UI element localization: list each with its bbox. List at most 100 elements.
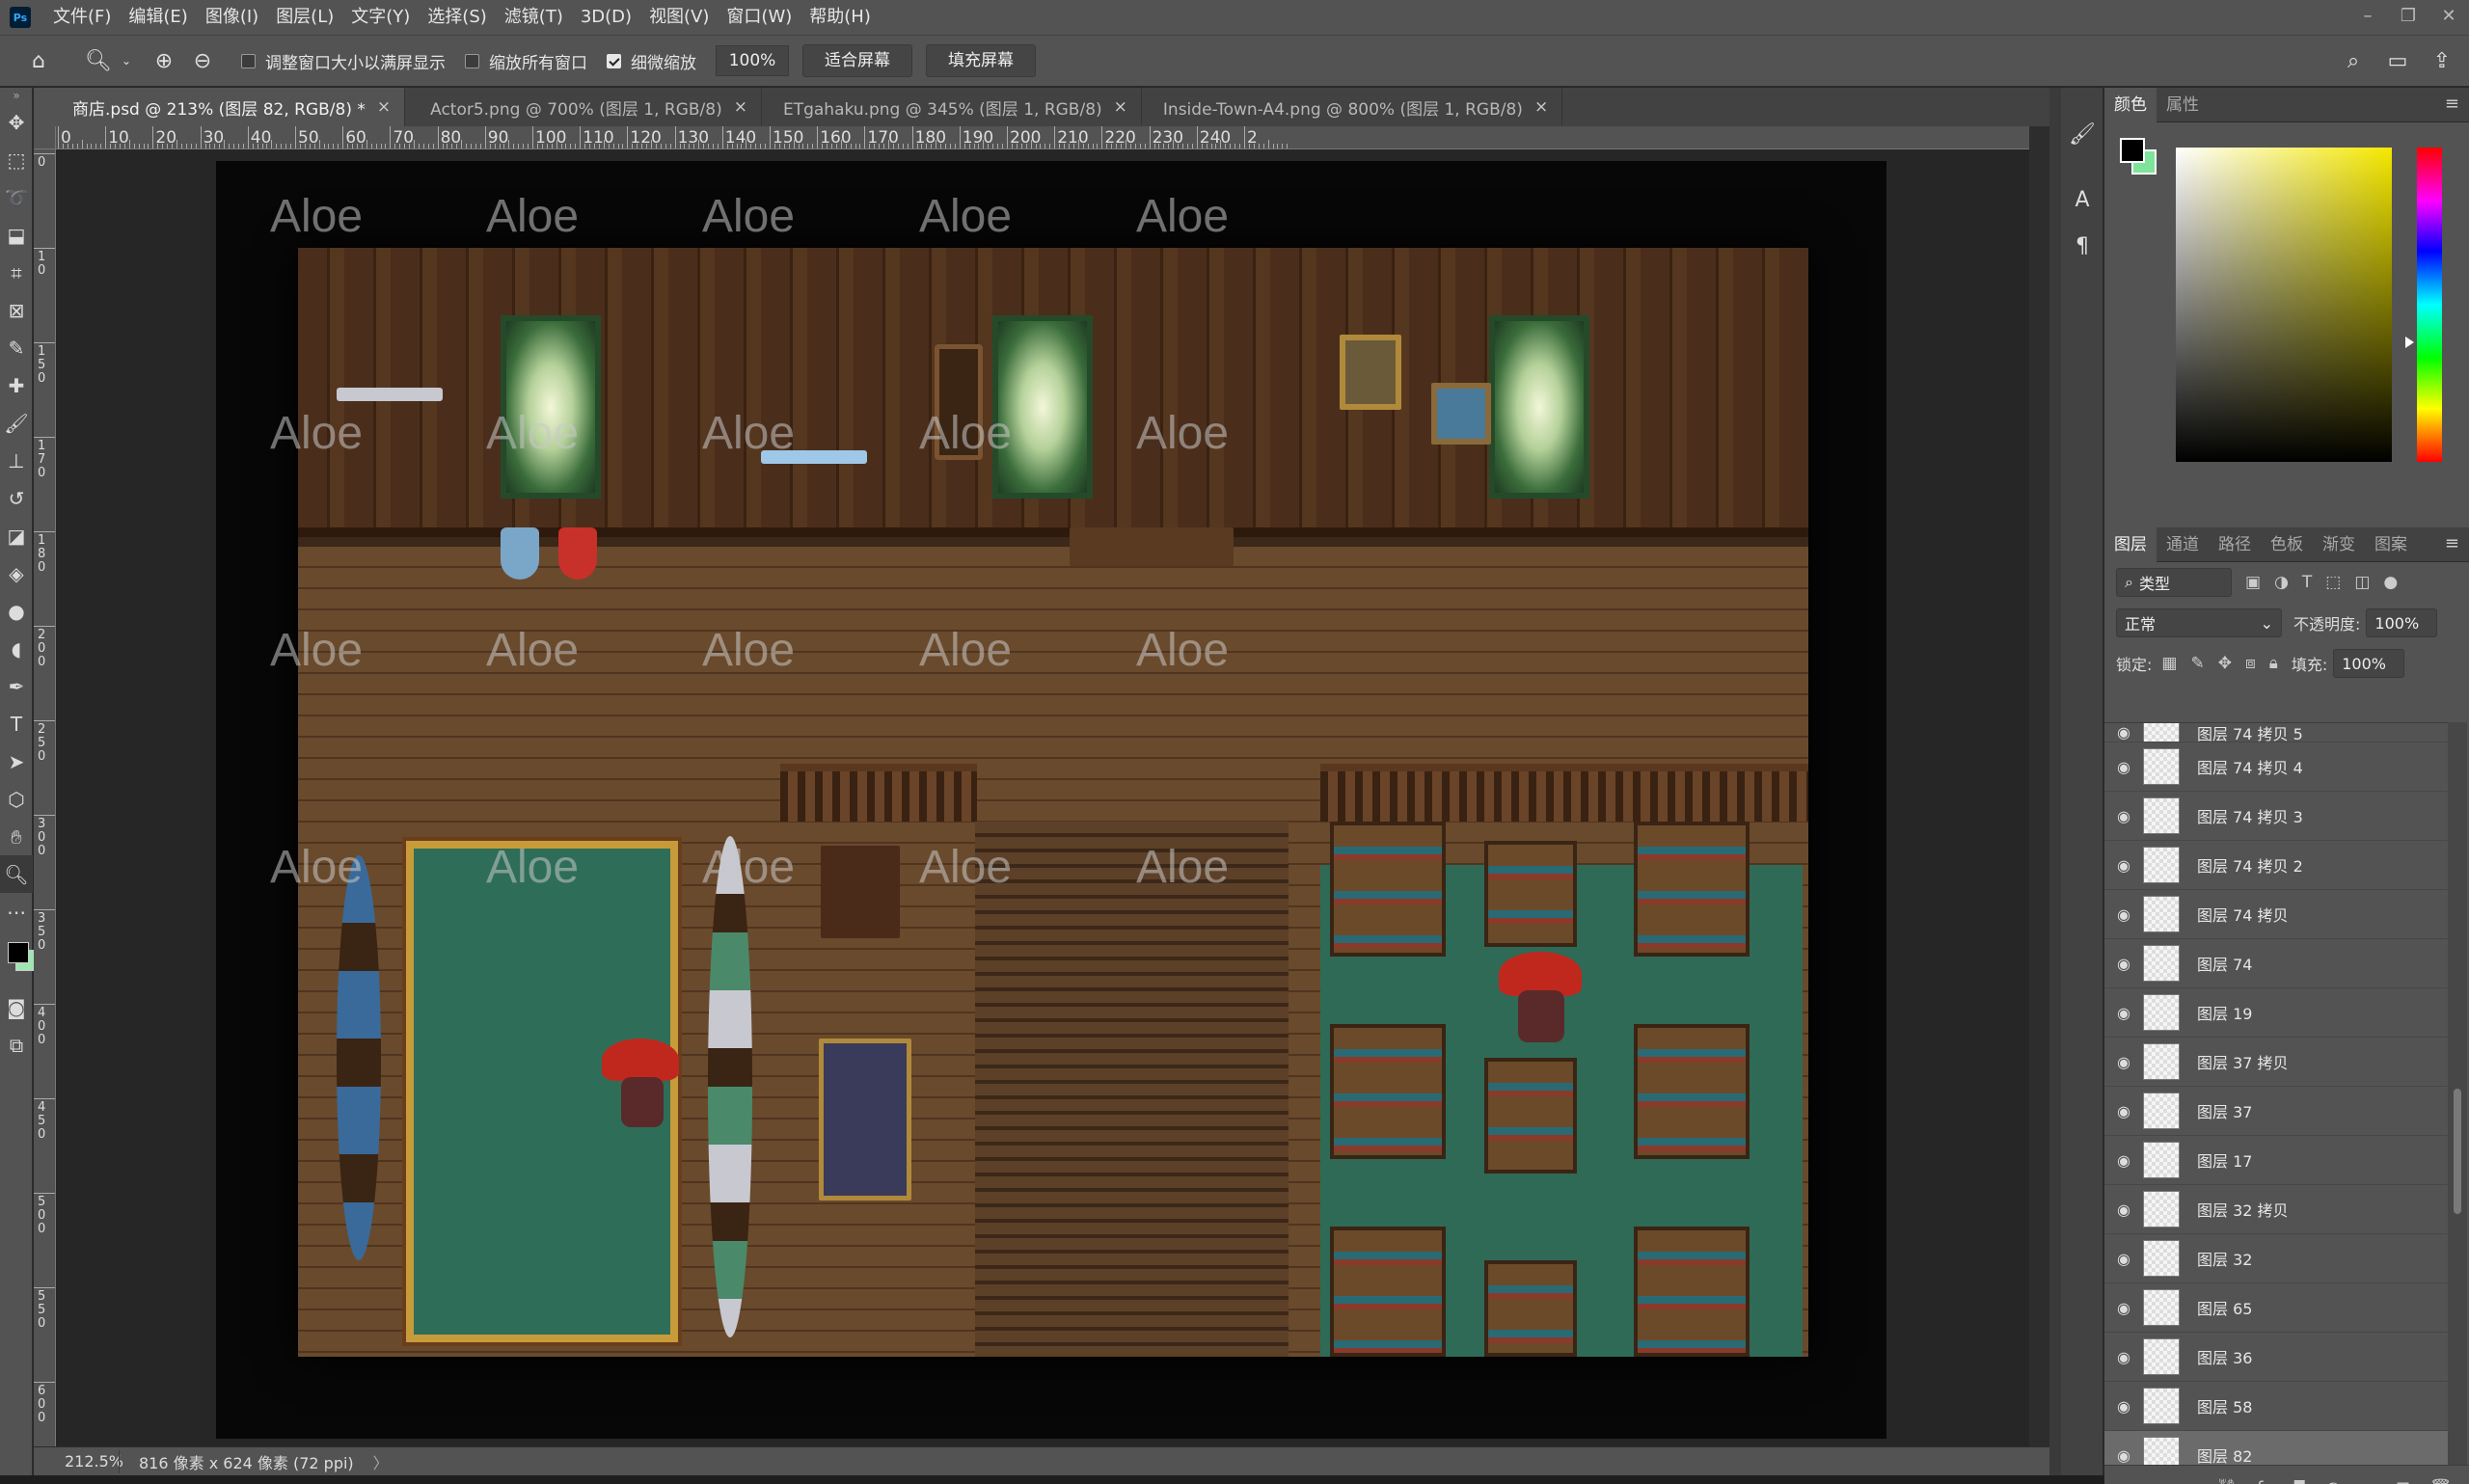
doc-tab-shop[interactable]: 商店.psd @ 213% (图层 82, RGB/8) * × <box>34 88 406 126</box>
blur-tool-icon[interactable]: ● <box>0 592 33 630</box>
path-select-tool-icon[interactable]: ➤ <box>0 742 33 780</box>
tab-color[interactable]: 颜色 <box>2104 87 2157 122</box>
vertical-ruler[interactable]: 0 1 0 1 5 0 1 7 0 1 8 0 2 0 0 2 5 0 3 0 0 3 5 0 4… <box>34 149 56 1446</box>
fit-screen-button[interactable]: 适合屏幕 <box>802 44 912 77</box>
hand-tool-icon[interactable]: ✋︎ <box>0 818 33 855</box>
lock-artboard-icon[interactable]: ⧈ <box>2245 654 2256 673</box>
eye-icon[interactable]: ◉ <box>2104 905 2143 924</box>
panel-menu-icon[interactable]: ≡ <box>2445 94 2459 114</box>
menu-view[interactable]: 视图(V) <box>640 0 718 35</box>
chevron-down-icon[interactable]: ⌄ <box>118 41 135 80</box>
document-canvas[interactable]: Aloe Aloe Aloe Aloe Aloe Aloe Aloe Aloe … <box>216 161 1886 1439</box>
doc-tab-etgahaku[interactable]: ETgahaku.png @ 345% (图层 1, RGB/8) × <box>762 88 1142 126</box>
filter-toggle-icon[interactable]: ● <box>2383 573 2398 592</box>
healing-brush-tool-icon[interactable]: ✚ <box>0 366 33 404</box>
zoom-all-windows-checkbox[interactable]: 缩放所有窗口 <box>465 49 587 73</box>
fill-field[interactable]: 100% <box>2333 649 2405 678</box>
layer-row[interactable]: ◉ 图层 74 拷贝 3 <box>2104 792 2448 841</box>
checkbox-box[interactable] <box>241 53 256 68</box>
doc-tab-actor5[interactable]: Actor5.png @ 700% (图层 1, RGB/8) × <box>405 88 762 126</box>
zoom-tool-preset-icon[interactable]: 🔍︎ <box>79 41 118 80</box>
panel-collapse-bar[interactable] <box>2049 88 2061 1475</box>
search-icon[interactable]: ⌕ <box>2334 41 2373 80</box>
eye-icon[interactable]: ◉ <box>2104 1299 2143 1317</box>
share-icon[interactable]: ⇪ <box>2423 41 2461 80</box>
layer-row[interactable]: ◉ 图层 19 <box>2104 988 2448 1038</box>
lock-all-icon[interactable]: 🔒︎ <box>2269 654 2278 673</box>
eye-icon[interactable]: ◉ <box>2104 1053 2143 1071</box>
eye-icon[interactable]: ◉ <box>2104 955 2143 973</box>
layer-row-selected[interactable]: ◉ 图层 82 <box>2104 1431 2448 1465</box>
lasso-tool-icon[interactable]: ➰ <box>0 178 33 216</box>
eraser-tool-icon[interactable]: ◪ <box>0 517 33 554</box>
photoshop-logo-icon[interactable]: Ps <box>10 7 31 28</box>
layer-row[interactable]: ◉ 图层 74 <box>2104 939 2448 988</box>
eye-icon[interactable]: ◉ <box>2104 1250 2143 1268</box>
status-zoom[interactable]: 212.5% <box>34 1452 123 1471</box>
close-window-icon[interactable]: ✕ <box>2428 0 2469 35</box>
eye-icon[interactable]: ◉ <box>2104 758 2143 776</box>
menu-window[interactable]: 窗口(W) <box>718 0 800 35</box>
frame-tool-icon[interactable]: ⊠ <box>0 291 33 329</box>
close-tab-icon[interactable]: × <box>377 97 391 117</box>
tab-swatches[interactable]: 色板 <box>2261 527 2313 562</box>
object-select-tool-icon[interactable]: ⬓ <box>0 216 33 254</box>
tab-channels[interactable]: 通道 <box>2157 527 2209 562</box>
hue-marker[interactable] <box>2405 337 2414 348</box>
eye-icon[interactable]: ◉ <box>2104 1397 2143 1416</box>
shape-tool-icon[interactable]: ⬡ <box>0 780 33 818</box>
zoom-in-icon[interactable]: ⊕ <box>145 41 183 80</box>
character-panel-icon[interactable]: A <box>2061 176 2103 223</box>
filter-adjustment-icon[interactable]: ◑ <box>2274 573 2289 592</box>
lock-pixels-icon[interactable]: ✎ <box>2190 654 2204 673</box>
menu-image[interactable]: 图像(I) <box>197 0 267 35</box>
dodge-tool-icon[interactable]: ◖ <box>0 630 33 667</box>
eye-icon[interactable]: ◉ <box>2104 1348 2143 1366</box>
tab-properties[interactable]: 属性 <box>2157 88 2209 122</box>
ruler-corner[interactable] <box>34 126 56 149</box>
menu-file[interactable]: 文件(F) <box>44 0 120 35</box>
expand-toolbox-icon[interactable]: » <box>0 88 33 103</box>
layer-row[interactable]: ◉ 图层 36 <box>2104 1333 2448 1382</box>
opacity-field[interactable]: 100% <box>2366 608 2438 637</box>
foreground-swatch[interactable] <box>8 942 29 963</box>
zoom-out-icon[interactable]: ⊖ <box>183 41 222 80</box>
layer-filter-select[interactable]: ⌕ 类型 <box>2116 568 2232 597</box>
menu-type[interactable]: 文字(Y) <box>342 0 419 35</box>
color-panel-swatches[interactable] <box>2120 138 2170 188</box>
delete-layer-icon[interactable]: 🗑︎ <box>2429 1478 2452 1484</box>
filter-smart-object-icon[interactable]: ◫ <box>2354 573 2370 592</box>
more-tools-icon[interactable]: ⋯ <box>0 893 33 931</box>
layer-row[interactable]: ◉ 图层 32 <box>2104 1234 2448 1283</box>
layer-list[interactable]: ◉ 图层 74 拷贝 5 ◉ 图层 74 拷贝 4 ◉ 图层 74 拷贝 3 ◉… <box>2104 722 2448 1465</box>
layer-row[interactable]: ◉ 图层 74 拷贝 5 <box>2104 723 2448 742</box>
status-menu-arrow-icon[interactable]: 〉 <box>373 1450 389 1473</box>
lock-position-icon[interactable]: ✥ <box>2218 654 2232 673</box>
clone-stamp-tool-icon[interactable]: ⊥ <box>0 442 33 479</box>
layer-row[interactable]: ◉ 图层 74 拷贝 <box>2104 890 2448 939</box>
color-picker-field[interactable] <box>2176 148 2392 462</box>
resize-windows-checkbox[interactable]: 调整窗口大小以满屏显示 <box>241 49 446 73</box>
minimize-icon[interactable]: – <box>2347 0 2388 35</box>
restore-icon[interactable]: ❐ <box>2388 0 2428 35</box>
layers-scrollbar[interactable] <box>2448 722 2467 1465</box>
color-swatches[interactable] <box>0 931 37 988</box>
eye-icon[interactable]: ◉ <box>2104 807 2143 825</box>
tab-patterns[interactable]: 图案 <box>2365 527 2417 562</box>
quick-mask-icon[interactable]: ◙ <box>0 988 33 1026</box>
menu-help[interactable]: 帮助(H) <box>800 0 880 35</box>
menu-3d[interactable]: 3D(D) <box>572 0 640 35</box>
close-tab-icon[interactable]: × <box>1534 97 1548 117</box>
paint-bucket-tool-icon[interactable]: ◈ <box>0 554 33 592</box>
add-mask-icon[interactable]: ◘ <box>2293 1478 2306 1484</box>
menu-edit[interactable]: 编辑(E) <box>120 0 196 35</box>
scrollbar-thumb[interactable] <box>2454 1089 2461 1214</box>
fx-icon[interactable]: fx <box>2257 1478 2273 1484</box>
eye-icon[interactable]: ◉ <box>2104 1201 2143 1219</box>
new-group-icon[interactable]: ▬ <box>2360 1478 2376 1484</box>
foreground-color-swatch[interactable] <box>2120 138 2145 163</box>
brush-settings-icon[interactable]: 🖌︎ <box>2061 111 2103 157</box>
crop-tool-icon[interactable]: ⌗ <box>0 254 33 291</box>
tab-gradients[interactable]: 渐变 <box>2313 527 2365 562</box>
brush-tool-icon[interactable]: 🖌︎ <box>0 404 33 442</box>
